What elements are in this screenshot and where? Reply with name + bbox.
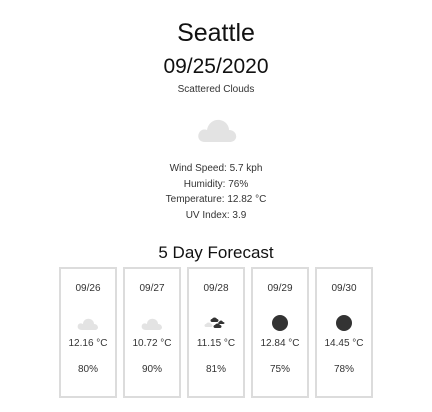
uv-index: UV Index: 3.9 [185, 209, 247, 221]
forecast-temp: 10.72 °C [132, 338, 172, 349]
cloud-icon [196, 114, 238, 144]
overcast-icon [253, 312, 307, 334]
forecast-cards: 09/26 12.16 °C 80% 09/27 10.72 °C 90% 09… [59, 267, 375, 399]
forecast-card: 09/29 12.84 °C 75% [251, 267, 309, 398]
forecast-date: 09/28 [203, 283, 229, 294]
forecast-temp: 12.84 °C [260, 338, 300, 349]
forecast-humidity: 81% [205, 364, 226, 375]
current-date: 09/25/2020 [163, 55, 269, 78]
forecast-temp: 12.16 °C [68, 338, 108, 349]
city-name: Seattle [177, 19, 255, 47]
forecast-card: 09/28 11.15 °C 81% [187, 267, 245, 398]
cloud-icon [61, 312, 115, 334]
forecast-date: 09/26 [75, 283, 101, 294]
forecast-humidity: 90% [141, 364, 162, 375]
forecast-date: 09/27 [139, 283, 165, 294]
broken-clouds-icon [189, 312, 243, 334]
forecast-humidity: 80% [77, 364, 98, 375]
forecast-humidity: 75% [269, 364, 290, 375]
forecast-date: 09/30 [331, 283, 357, 294]
temperature: Temperature: 12.82 °C [165, 194, 267, 205]
forecast-date: 09/29 [267, 283, 293, 294]
humidity: Humidity: 76% [183, 178, 249, 190]
forecast-temp: 14.45 °C [324, 338, 364, 349]
forecast-title: 5 Day Forecast [158, 243, 274, 262]
weather-description: Scattered Clouds [177, 84, 255, 95]
forecast-humidity: 78% [333, 364, 354, 375]
current-stats: Wind Speed: 5.7 kph Humidity: 76% Temper… [0, 161, 432, 223]
wind-speed: Wind Speed: 5.7 kph [169, 163, 263, 174]
forecast-card: 09/26 12.16 °C 80% [59, 267, 117, 398]
forecast-card: 09/30 14.45 °C 78% [315, 267, 373, 398]
forecast-card: 09/27 10.72 °C 90% [123, 267, 181, 398]
forecast-temp: 11.15 °C [196, 338, 236, 349]
overcast-icon [317, 312, 371, 334]
cloud-icon [125, 312, 179, 334]
